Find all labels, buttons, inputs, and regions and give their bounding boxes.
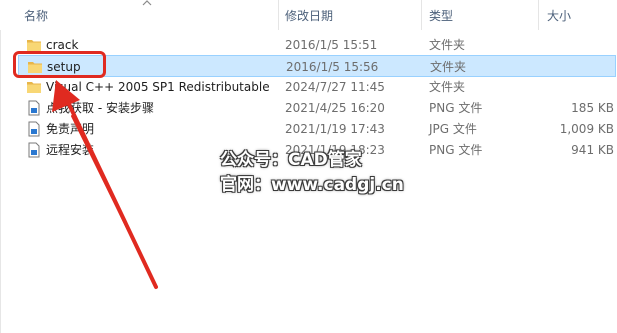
watermark-line-1: 公众号：CAD管家 [220, 150, 362, 170]
file-row[interactable]: 点我获取 - 安装步骤 2021/4/25 16:20 PNG 文件 185 K… [18, 97, 616, 119]
column-header-type[interactable]: 类型 [429, 0, 453, 30]
file-date: 2021/1/19 17:43 [285, 122, 385, 136]
file-row[interactable]: Visual C++ 2005 SP1 Redistributable 2024… [18, 76, 616, 98]
file-name: Visual C++ 2005 SP1 Redistributable [46, 80, 270, 94]
file-row-selected[interactable]: setup 2016/1/5 15:56 文件夹 [18, 55, 616, 77]
highlight-box [13, 51, 106, 78]
sort-ascending-icon [142, 0, 152, 6]
file-type: 文件夹 [429, 38, 466, 52]
file-type: 文件夹 [430, 60, 467, 74]
file-date: 2024/7/27 11:45 [285, 80, 385, 94]
column-header-size[interactable]: 大小 [547, 0, 571, 30]
file-name: 点我获取 - 安装步骤 [46, 101, 154, 115]
file-row[interactable]: crack 2016/1/5 15:51 文件夹 [18, 34, 616, 56]
file-type: 文件夹 [429, 80, 466, 94]
watermark-line-2: 官网：www.cadgj.cn [220, 175, 404, 195]
file-type: PNG 文件 [429, 143, 483, 157]
pane-left-border [0, 30, 1, 333]
file-name: 远程安装 [46, 143, 95, 157]
file-type: JPG 文件 [429, 122, 477, 136]
column-divider[interactable] [538, 0, 539, 30]
file-size: 941 KB [571, 143, 614, 157]
image-file-icon [28, 121, 40, 137]
folder-icon [27, 82, 41, 93]
column-divider[interactable] [421, 0, 422, 30]
column-header-name[interactable]: 名称 [24, 0, 48, 30]
image-file-icon [28, 100, 40, 116]
file-size: 1,009 KB [559, 122, 614, 136]
image-file-icon [28, 142, 40, 158]
file-date: 2016/1/5 15:51 [285, 38, 378, 52]
file-row[interactable]: 免责声明 2021/1/19 17:43 JPG 文件 1,009 KB [18, 118, 616, 140]
file-date: 2016/1/5 15:56 [286, 60, 379, 74]
column-header-date[interactable]: 修改日期 [285, 0, 333, 30]
file-date: 2021/4/25 16:20 [285, 101, 385, 115]
file-type: PNG 文件 [429, 101, 483, 115]
file-size: 185 KB [571, 101, 614, 115]
file-name: 免责声明 [46, 122, 95, 136]
column-header-bar: 名称 修改日期 类型 大小 [0, 0, 617, 30]
column-divider[interactable] [278, 0, 279, 30]
